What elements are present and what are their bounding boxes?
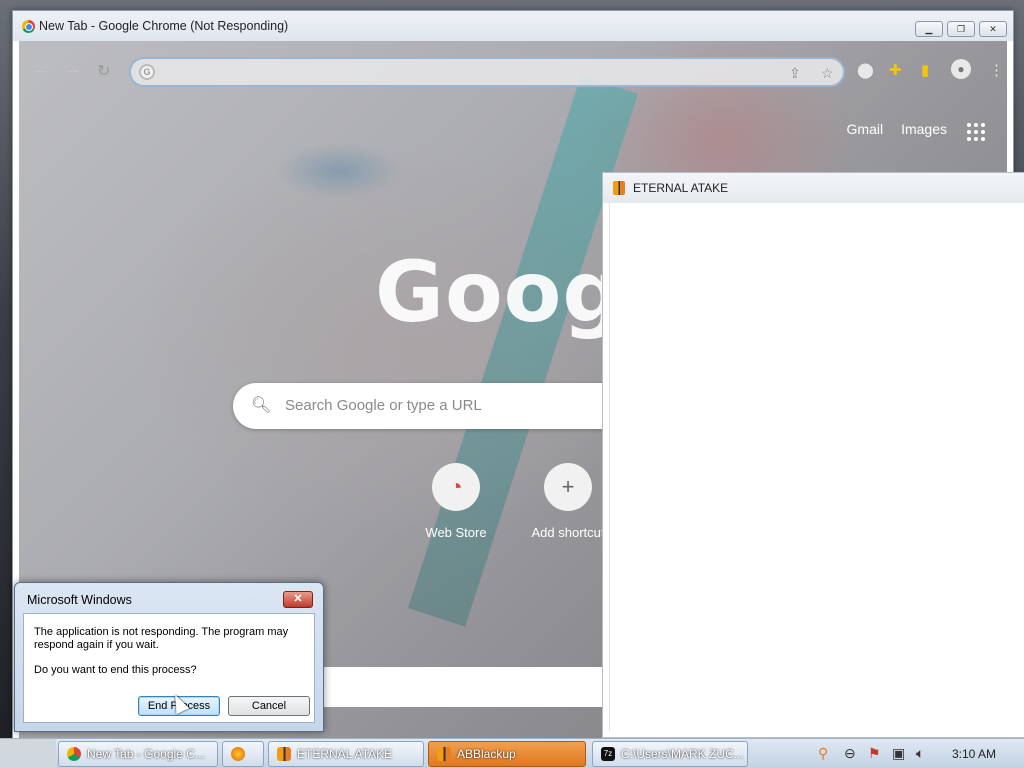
- minimize-button[interactable]: ▁: [915, 21, 943, 37]
- taskbar: New Tab - Google C... ETERNAL ATAKE ABBl…: [0, 738, 1024, 768]
- taskbar-item-firefox[interactable]: [222, 741, 264, 767]
- search-placeholder: Search Google or type a URL: [285, 397, 482, 414]
- dialog-question: Do you want to end this process?: [34, 664, 197, 676]
- star-icon[interactable]: ☆: [821, 65, 834, 82]
- chrome-titlebar[interactable]: New Tab - Google Chrome (Not Responding): [13, 11, 1013, 41]
- plus-icon: +: [544, 463, 592, 511]
- close-button[interactable]: ✕: [979, 21, 1007, 37]
- taskbar-item-cmd[interactable]: 7z C:\Users\MARK ZUC...: [592, 741, 748, 767]
- maximize-button[interactable]: ❐: [947, 21, 975, 37]
- dialog-message: The application is not responding. The p…: [34, 626, 289, 651]
- app-icon: [437, 747, 451, 761]
- puzzle-icon[interactable]: ✚: [889, 61, 902, 79]
- start-area[interactable]: [0, 739, 56, 768]
- sidebar-icon[interactable]: ▮: [921, 61, 929, 79]
- taskbar-item-chrome[interactable]: New Tab - Google C...: [58, 741, 218, 767]
- chrome-window-title: New Tab - Google Chrome (Not Responding): [39, 19, 289, 33]
- taskbar-label: ETERNAL ATAKE: [297, 747, 393, 761]
- network-icon[interactable]: ▣: [892, 745, 905, 762]
- images-link[interactable]: Images: [901, 121, 947, 137]
- window-controls: ▁ ❐ ✕: [915, 21, 1007, 37]
- profile-icon[interactable]: ●: [951, 59, 971, 79]
- cancel-button[interactable]: Cancel: [228, 696, 310, 716]
- search-tray-icon[interactable]: ⚲: [818, 745, 828, 762]
- address-bar[interactable]: G ⇪ ☆: [129, 57, 845, 87]
- eternal-atake-window: ETERNAL ATAKE: [602, 172, 1024, 738]
- ea-content: [609, 203, 1024, 731]
- dialog-body: The application is not responding. The p…: [23, 613, 315, 723]
- back-icon[interactable]: ←: [33, 61, 49, 79]
- search-icon: 🔍︎: [251, 397, 272, 414]
- not-responding-dialog: Microsoft Windows ✕ The application is n…: [14, 582, 324, 732]
- shortcut-label: Web Store: [425, 525, 487, 540]
- 7zip-icon: 7z: [601, 747, 615, 761]
- clock[interactable]: 3:10 AM: [952, 747, 996, 761]
- app-icon: [277, 747, 291, 761]
- share-icon[interactable]: ⇪: [789, 65, 801, 82]
- taskbar-label: New Tab - Google C...: [87, 747, 205, 761]
- menu-icon[interactable]: ⋮: [989, 61, 1004, 79]
- dialog-title: Microsoft Windows: [27, 593, 132, 607]
- chrome-icon: [67, 747, 81, 761]
- taskbar-label: ABBlackup: [457, 747, 516, 761]
- action-center-icon[interactable]: ⚑: [868, 745, 881, 762]
- webstore-icon: ◔: [432, 463, 480, 511]
- taskbar-label: C:\Users\MARK ZUC...: [621, 747, 744, 761]
- firefox-icon: [231, 747, 245, 761]
- forward-icon[interactable]: →: [65, 61, 81, 79]
- apps-grid-icon[interactable]: [967, 123, 985, 141]
- reload-icon[interactable]: ↻: [97, 61, 110, 81]
- ea-titlebar[interactable]: ETERNAL ATAKE: [603, 173, 1024, 203]
- app-icon: [613, 181, 625, 195]
- taskbar-item-abblackup[interactable]: ABBlackup: [428, 741, 586, 767]
- chrome-logo-icon: [22, 20, 35, 33]
- extension-icon[interactable]: ⬤: [857, 61, 874, 79]
- google-g-icon: G: [139, 64, 155, 80]
- ea-window-title: ETERNAL ATAKE: [633, 181, 729, 195]
- header-links: Gmail Images: [847, 121, 947, 137]
- close-icon[interactable]: ✕: [283, 591, 313, 608]
- minus-tray-icon[interactable]: ⊖: [844, 745, 856, 762]
- volume-icon[interactable]: 🔈︎: [916, 745, 924, 762]
- chrome-toolbar: ← → ↻ G ⇪ ☆ ⬤ ✚ ▮ ● ⋮: [19, 41, 1007, 93]
- taskbar-item-eternal-atake[interactable]: ETERNAL ATAKE: [268, 741, 424, 767]
- shortcut-web-store[interactable]: ◔ Web Store: [401, 463, 511, 540]
- gmail-link[interactable]: Gmail: [847, 121, 884, 137]
